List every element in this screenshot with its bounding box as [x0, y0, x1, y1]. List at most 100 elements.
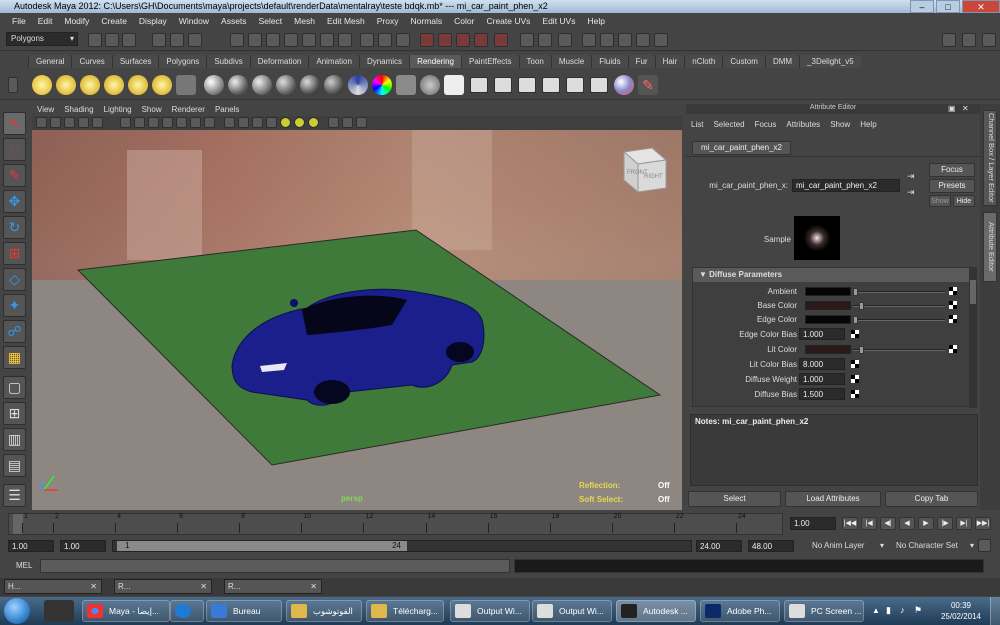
- field-icon[interactable]: [558, 33, 572, 47]
- auto-key-icon[interactable]: [978, 539, 991, 552]
- edge-color-bias-map-icon[interactable]: [851, 330, 859, 338]
- select-button[interactable]: Select: [688, 491, 781, 507]
- shelf-tab-toon[interactable]: Toon: [518, 55, 551, 68]
- resolution-gate-icon[interactable]: [134, 117, 145, 128]
- shelf-tab-dmm[interactable]: DMM: [764, 55, 800, 68]
- shelf-tab-general[interactable]: General: [28, 55, 72, 68]
- taskbar-item-output-window-1[interactable]: Output Wi...: [450, 600, 530, 622]
- show-manipulator-icon[interactable]: ☍: [3, 320, 26, 343]
- hypershade-icon[interactable]: [474, 33, 488, 47]
- blinn-icon[interactable]: [204, 75, 224, 95]
- lit-color-map-icon[interactable]: [949, 345, 957, 353]
- panel-menu-panels[interactable]: Panels: [210, 104, 244, 116]
- load-attributes-button[interactable]: Load Attributes: [785, 491, 881, 507]
- diffuse-weight-map-icon[interactable]: [851, 375, 859, 383]
- shelf-menu-icon[interactable]: [8, 77, 18, 93]
- save-scene-icon[interactable]: [122, 33, 136, 47]
- diffuse-weight-field[interactable]: 1.000: [799, 373, 845, 385]
- tray-expand-icon[interactable]: ▲: [872, 606, 880, 615]
- go-to-start-button[interactable]: |◀◀: [842, 517, 858, 530]
- shelf-tab-dynamics[interactable]: Dynamics: [358, 55, 410, 68]
- diffuse-section-header[interactable]: ▼ Diffuse Parameters: [693, 268, 969, 282]
- attribute-editor-tab[interactable]: Attribute Editor: [983, 212, 997, 282]
- float-icon[interactable]: ▣: [948, 104, 956, 113]
- use-background-icon[interactable]: [420, 75, 440, 95]
- taskbar-item-maya[interactable]: Autodesk ...: [616, 600, 696, 622]
- ambient-slider[interactable]: [853, 288, 945, 296]
- taskbar-item-desktop[interactable]: Bureau: [206, 600, 282, 622]
- media-center-icon[interactable]: [44, 600, 74, 622]
- diffuse-bias-field[interactable]: 1.500: [799, 388, 845, 400]
- point-light-icon[interactable]: [80, 75, 100, 95]
- snap-plane-icon[interactable]: [284, 33, 298, 47]
- wireframe-on-shaded-icon[interactable]: [252, 117, 263, 128]
- smooth-shade-icon[interactable]: [238, 117, 249, 128]
- ramp-shader-icon[interactable]: [348, 75, 368, 95]
- shelf-tab-subdivs[interactable]: Subdivs: [206, 55, 250, 68]
- menu-create[interactable]: Create: [95, 16, 133, 26]
- texture-icon[interactable]: [204, 117, 215, 128]
- panel-menu-lighting[interactable]: Lighting: [99, 104, 137, 116]
- gate-mask-icon[interactable]: [148, 117, 159, 128]
- minimized-window-3[interactable]: R... ✕: [224, 579, 322, 594]
- layout-icon[interactable]: [582, 33, 596, 47]
- layered-shader-icon[interactable]: [324, 75, 344, 95]
- show-desktop-button[interactable]: [990, 597, 1000, 625]
- shelf-tab-fluids[interactable]: Fluids: [591, 55, 628, 68]
- material-ball-icon[interactable]: [614, 75, 634, 95]
- menu-edit-uvs[interactable]: Edit UVs: [536, 16, 581, 26]
- menu-color[interactable]: Color: [448, 16, 480, 26]
- snap-surface-icon[interactable]: [302, 33, 316, 47]
- anim-layer-dropdown[interactable]: No Anim Layer ▾: [798, 540, 884, 553]
- shelf-tab-deformation[interactable]: Deformation: [249, 55, 309, 68]
- lit-color-slider[interactable]: [853, 346, 945, 354]
- xray-joints-icon[interactable]: [356, 117, 367, 128]
- play-backwards-button[interactable]: ◀: [899, 517, 915, 530]
- lambert-icon[interactable]: [228, 75, 248, 95]
- attribute-scrollbar[interactable]: [969, 268, 977, 408]
- base-color-swatch[interactable]: [805, 301, 851, 310]
- field-chart-icon[interactable]: [162, 117, 173, 128]
- playback-start-field[interactable]: 1.00: [60, 540, 106, 552]
- notes-panel[interactable]: Notes: mi_car_paint_phen_x2: [690, 414, 978, 486]
- menu-proxy[interactable]: Proxy: [371, 16, 405, 26]
- panel-menu-view[interactable]: View: [32, 104, 59, 116]
- show-button[interactable]: Show: [929, 195, 951, 207]
- base-color-map-icon[interactable]: [949, 301, 957, 309]
- shelf-tab-ncloth[interactable]: nCloth: [684, 55, 723, 68]
- minimized-window-1[interactable]: H... ✕: [4, 579, 102, 594]
- snap-point-icon[interactable]: [266, 33, 280, 47]
- menu-create-uvs[interactable]: Create UVs: [480, 16, 536, 26]
- start-button[interactable]: [4, 598, 30, 624]
- focus-button[interactable]: Focus: [929, 163, 975, 177]
- node-tab[interactable]: mi_car_paint_phen_x2: [692, 141, 791, 155]
- maximize-button[interactable]: □: [936, 0, 960, 13]
- universal-manipulator-icon[interactable]: ◇: [3, 268, 26, 291]
- batch-render-icon[interactable]: [518, 77, 536, 93]
- lit-color-bias-map-icon[interactable]: [851, 360, 859, 368]
- construction-history-icon[interactable]: [360, 33, 374, 47]
- network-icon[interactable]: ▮: [886, 605, 891, 616]
- close-icon[interactable]: ✕: [310, 580, 317, 593]
- lit-color-bias-field[interactable]: 8.000: [799, 358, 845, 370]
- menu-modify[interactable]: Modify: [58, 16, 95, 26]
- show-channel-box-icon[interactable]: [982, 33, 996, 47]
- command-input[interactable]: [40, 559, 510, 573]
- step-back-key-button[interactable]: |◀: [861, 517, 877, 530]
- camera-icon[interactable]: [176, 75, 196, 95]
- render-settings-shelf-icon[interactable]: [494, 77, 512, 93]
- ae-menu-selected[interactable]: Selected: [708, 118, 749, 132]
- snap-grid-icon[interactable]: [230, 33, 244, 47]
- edge-color-map-icon[interactable]: [949, 315, 957, 323]
- render-layer-icon[interactable]: [590, 77, 608, 93]
- select-tool-icon[interactable]: ↖: [3, 112, 26, 135]
- time-slider[interactable]: 1 2 4 6 8 10 12 14 16 18 20 22 24 1.00 |◀◀ |◀ ◀| ◀ ▶…: [0, 511, 1000, 537]
- start-time-field[interactable]: 1.00: [8, 540, 54, 552]
- edge-color-bias-field[interactable]: 1.000: [799, 328, 845, 340]
- menu-window[interactable]: Window: [173, 16, 215, 26]
- soft-mod-tool-icon[interactable]: ✦: [3, 294, 26, 317]
- panel-menu-renderer[interactable]: Renderer: [167, 104, 210, 116]
- paint-brush-icon[interactable]: ✎: [638, 75, 658, 95]
- directional-light-icon[interactable]: [56, 75, 76, 95]
- image-plane-icon[interactable]: [78, 117, 89, 128]
